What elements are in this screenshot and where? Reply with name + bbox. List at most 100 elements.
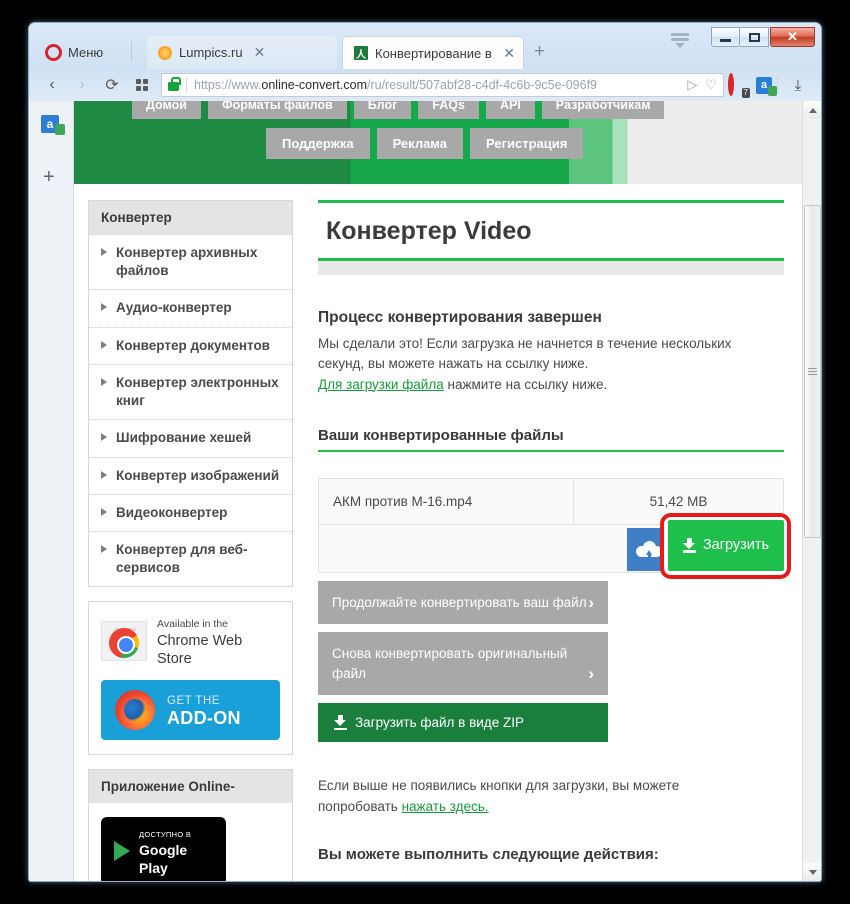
url-bar[interactable]: https://www.online-convert.com/ru/result… <box>161 73 724 97</box>
orange-circle-favicon <box>158 45 172 60</box>
opera-menu-button[interactable]: Меню <box>39 37 113 67</box>
converter-menu-title: Конвертер <box>89 201 292 234</box>
chrome-web-store-badge[interactable]: Available in the Chrome Web Store <box>101 614 280 668</box>
url-path: /ru/result/507abf28-c4df-4c6b-9c5e-096f9 <box>367 78 598 92</box>
sidebar-translate-icon[interactable]: a <box>41 115 65 135</box>
download-zip-button[interactable]: Загрузить файл в виде ZIP <box>318 703 608 743</box>
nav-developers[interactable]: Разработчикам <box>541 101 665 119</box>
nav-blog[interactable]: Блог <box>353 101 412 119</box>
chevron-down-icon <box>808 869 817 875</box>
sidebar-add-button[interactable]: + <box>43 167 55 187</box>
scroll-up-button[interactable] <box>803 101 821 119</box>
converted-files-table: АКМ против M-16.mp4 51,42 МВ Загрузить <box>318 477 791 579</box>
site-header: Домой Форматы файлов Блог FAQs API Разра… <box>74 101 802 184</box>
sidebar-item-images[interactable]: Конвертер изображений <box>89 456 292 494</box>
app-box-title: Приложение Online- <box>89 770 292 804</box>
download-button[interactable]: Загрузить <box>668 519 784 571</box>
url-divider <box>186 77 187 93</box>
click-here-link[interactable]: нажать здесь. <box>402 799 489 814</box>
chrome-badge-line2: Chrome Web Store <box>157 633 243 668</box>
sidebar-item-label: Шифрование хешей <box>116 430 252 446</box>
reconvert-original-button[interactable]: Снова конвертировать оригинальный файл › <box>318 632 608 696</box>
download-icon <box>334 715 347 731</box>
chevron-right-icon <box>101 433 107 442</box>
green-converter-favicon: 人 <box>354 46 368 61</box>
url-text: https://www.online-convert.com/ru/result… <box>194 78 597 92</box>
translate-extension-icon[interactable]: a <box>756 76 777 96</box>
sidebar-item-label: Конвертер архивных файлов <box>116 245 258 279</box>
download-file-link[interactable]: Для загрузки файла <box>318 377 444 392</box>
chevron-right-icon: › <box>588 592 594 612</box>
url-domain: online-convert.com <box>261 78 367 92</box>
browser-viewport: a + Домой Форматы файлов Блог FAQs API Р… <box>29 101 821 881</box>
tab-converter[interactable]: 人 Конвертирование ваших ✕ <box>342 36 524 69</box>
ad-placeholder <box>318 261 784 275</box>
google-play-badge[interactable]: доступно в Google Play <box>101 817 226 881</box>
forward-button[interactable]: › <box>67 72 97 98</box>
toolbar-divider <box>777 76 778 94</box>
page-main: Конвертер Конвертер архивных файлов Ауди… <box>74 184 802 881</box>
status-heading: Процесс конвертирования завершен <box>318 309 602 326</box>
adblock-extension-button[interactable]: 7 <box>728 73 750 98</box>
sidebar-item-label: Аудио-конвертер <box>116 300 232 316</box>
chevron-right-icon <box>101 470 107 479</box>
sidebar-item-audio[interactable]: Аудио-конвертер <box>89 289 292 326</box>
send-page-icon[interactable]: ▷ <box>687 77 697 93</box>
google-play-icon <box>114 841 130 862</box>
files-heading-rule <box>318 449 784 452</box>
url-scheme: https://www. <box>194 78 262 92</box>
reload-icon: ⟳ <box>105 77 119 94</box>
tab-lumpics[interactable]: Lumpics.ru ✕ <box>147 36 337 69</box>
continue-convert-button[interactable]: Продолжайте конвертировать ваш файл › <box>318 580 608 625</box>
status-text: Мы сделали это! Если загрузка не начнетс… <box>318 334 784 395</box>
adblock-count-badge: 7 <box>741 88 750 98</box>
nav-file-formats[interactable]: Форматы файлов <box>207 101 347 119</box>
tab-title: Lumpics.ru <box>179 45 243 60</box>
nav-support[interactable]: Поддержка <box>266 128 370 159</box>
sidebar-item-webservices[interactable]: Конвертер для веб-сервисов <box>89 530 292 586</box>
status-link-tail: нажмите на ссылку ниже. <box>443 376 608 392</box>
files-heading: Ваши конвертированные файлы <box>318 426 564 444</box>
sidebar-item-label: Конвертер документов <box>116 337 270 353</box>
downloads-button[interactable]: ⤓ <box>783 72 813 98</box>
scrollbar-thumb[interactable] <box>804 205 821 538</box>
sidebar-item-hash[interactable]: Шифрование хешей <box>89 419 292 456</box>
scrollbar-grip-icon <box>808 368 817 375</box>
back-button[interactable]: ‹ <box>37 72 67 98</box>
nav-faqs[interactable]: FAQs <box>418 101 479 119</box>
sidebar-item-video[interactable]: Видеоконвертер <box>89 493 292 531</box>
site-sidebar: Конвертер Конвертер архивных файлов Ауди… <box>88 200 293 881</box>
page-scrollbar[interactable] <box>802 101 821 881</box>
new-tab-button[interactable]: + <box>534 42 545 61</box>
footer-help-text: Если выше не появились кнопки для загруз… <box>318 776 784 818</box>
tab-close-icon[interactable]: ✕ <box>503 45 515 62</box>
footer-text-pre: попробовать <box>318 799 402 815</box>
store-badges: доступно в Google Play  Загрузите в App… <box>89 803 292 881</box>
extension-promo-box: Available in the Chrome Web Store GET TH… <box>88 601 293 756</box>
browser-window: ✕ Меню Lumpics.ru ✕ 人 Конвертирование ва… <box>28 22 822 882</box>
browser-sidebar: a + <box>29 101 74 881</box>
forward-icon: › <box>79 76 85 93</box>
reload-button[interactable]: ⟳ <box>97 72 127 98</box>
scroll-down-button[interactable] <box>803 863 821 881</box>
status-text-line1: Мы сделали это! Если загрузка не начнетс… <box>318 336 732 351</box>
sidebar-item-documents[interactable]: Конвертер документов <box>89 326 292 364</box>
nav-advertising[interactable]: Реклама <box>376 128 463 159</box>
chrome-badge-line1: Available in the <box>157 618 229 631</box>
nav-home[interactable]: Домой <box>132 101 201 119</box>
download-button-label: Загрузить <box>702 537 770 554</box>
speed-dial-button[interactable] <box>127 72 157 98</box>
nav-api[interactable]: API <box>485 101 535 119</box>
address-bar-row: ‹ › ⟳ https://www.online-convert.com/ru/… <box>29 69 821 101</box>
download-zip-label: Загрузить файл в виде ZIP <box>355 715 524 731</box>
nav-registration[interactable]: Регистрация <box>469 128 584 159</box>
firefox-badge-line1: GET THE <box>167 695 220 708</box>
chrome-icon <box>101 621 147 662</box>
sidebar-item-ebooks[interactable]: Конвертер электронных книг <box>89 363 292 419</box>
heart-icon[interactable]: ♡ <box>705 77 717 93</box>
sidebar-item-archive[interactable]: Конвертер архивных файлов <box>89 234 292 289</box>
firefox-addon-badge[interactable]: GET THE ADD-ON <box>101 680 280 741</box>
tab-close-icon[interactable]: ✕ <box>254 44 266 61</box>
google-play-line2: Google Play <box>139 842 188 877</box>
google-play-line1: доступно в <box>139 830 192 840</box>
